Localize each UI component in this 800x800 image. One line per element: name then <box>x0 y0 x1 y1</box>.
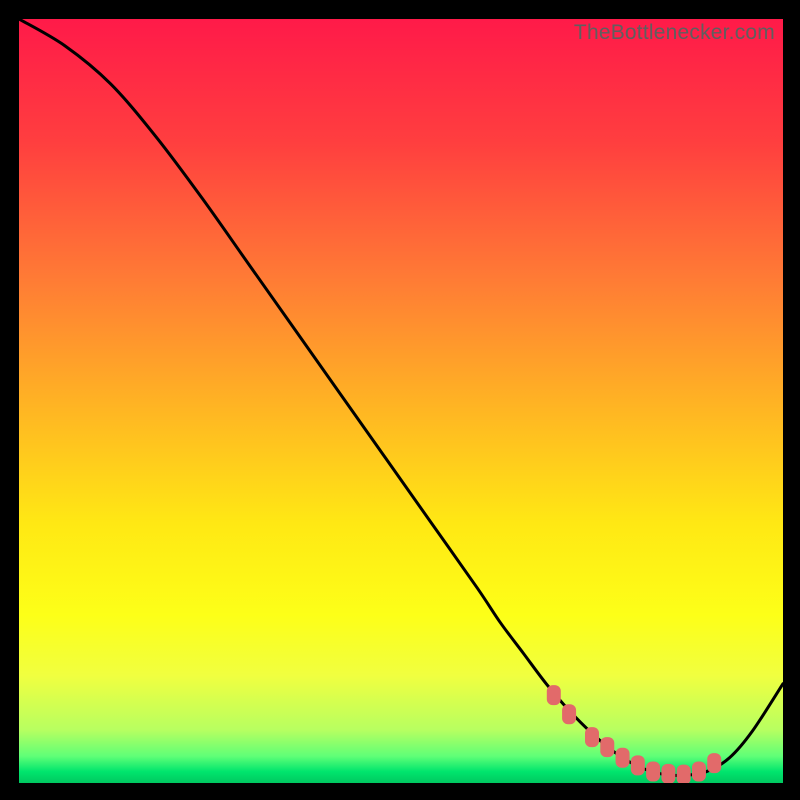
chart-overlay <box>19 19 783 783</box>
bottleneck-curve <box>19 19 783 775</box>
optimal-range-markers <box>547 685 721 783</box>
marker-point <box>600 737 614 757</box>
marker-point <box>677 765 691 783</box>
chart-frame: TheBottlenecker.com <box>0 0 800 800</box>
marker-point <box>585 727 599 747</box>
marker-point <box>547 685 561 705</box>
marker-point <box>692 762 706 782</box>
marker-point <box>562 704 576 724</box>
marker-point <box>631 755 645 775</box>
marker-point <box>616 748 630 768</box>
marker-point <box>661 764 675 783</box>
marker-point <box>707 753 721 773</box>
marker-point <box>646 762 660 782</box>
watermark-text: TheBottlenecker.com <box>574 21 775 45</box>
plot-area: TheBottlenecker.com <box>19 19 783 783</box>
